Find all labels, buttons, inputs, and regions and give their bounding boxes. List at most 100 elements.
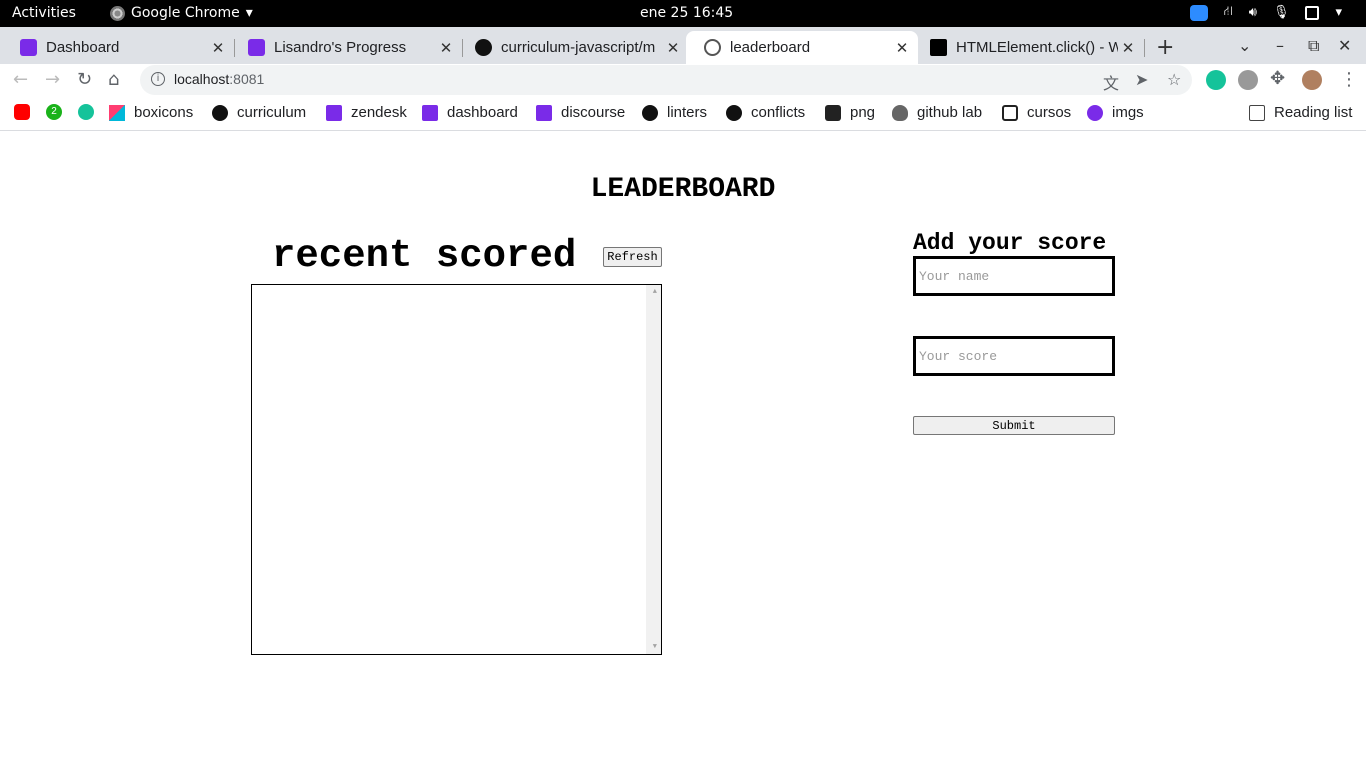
bookmark-dashboard[interactable]: dashboard [422,104,518,121]
minimize-icon[interactable]: – [1276,36,1284,55]
close-icon[interactable]: ✕ [892,39,912,57]
tab-lisandros-progress[interactable]: Lisandro's Progress ✕ [230,31,463,64]
scrollbar[interactable]: ▲ ▼ [646,285,661,654]
extensions-puzzle-icon[interactable]: ✥ [1270,68,1285,89]
tab-title: leaderboard [730,39,811,56]
clock[interactable]: ene 25 16:45 [640,5,733,21]
home-icon[interactable]: ⌂ [108,69,119,90]
close-window-icon[interactable]: ✕ [1338,36,1351,55]
submit-button[interactable]: Submit [913,416,1115,435]
tab-title: HTMLElement.click() - W [956,39,1118,56]
github-icon [212,104,228,121]
youtube-icon [14,104,30,120]
scroll-up-arrow-icon[interactable]: ▲ [653,288,657,296]
activities-button[interactable]: Activities [12,5,76,21]
site-info-icon[interactable]: i [151,72,165,86]
bookmark-curriculum[interactable]: curriculum [212,104,306,121]
reading-list-label: Reading list [1274,104,1353,121]
close-icon[interactable]: ✕ [663,39,683,57]
bookmark-label: linters [667,104,708,121]
bookmark-png[interactable]: png [825,104,875,121]
new-tab-plus-icon[interactable]: + [1156,35,1174,60]
microverse-icon [536,104,552,121]
url-port: :8081 [229,71,265,87]
search-q-icon [1087,104,1103,121]
reading-list-icon [1249,104,1265,121]
tab-dashboard[interactable]: Dashboard ✕ [2,31,235,64]
bookmarks-bar: 2 boxicons curriculum zendesk dashboard … [0,96,1366,131]
gear-extension-icon[interactable] [1238,70,1258,90]
github-icon [642,104,658,121]
bookmark-imgs[interactable]: imgs [1087,104,1144,121]
grammarly-icon[interactable] [1206,70,1226,90]
recent-scores-heading: recent scored [272,234,577,278]
bookmark-boxicons[interactable]: boxicons [109,104,193,121]
forward-arrow-icon[interactable]: → [45,69,60,90]
bookmark-discourse[interactable]: discourse [536,104,625,121]
bookmark-label: discourse [561,104,626,121]
send-icon[interactable]: ➤ [1135,70,1148,89]
score-input[interactable] [913,336,1115,376]
boxicons-icon [109,104,125,121]
bookmark-youtube[interactable] [14,104,30,120]
microverse-icon [422,104,438,121]
bookmark-star-icon[interactable]: ☆ [1167,70,1181,89]
browser-toolbar: ← → ↻ ⌂ i localhost:8081 文 ➤ ☆ ✥ ⋮ [0,64,1366,96]
bookmark-github-lab[interactable]: github lab [892,104,982,121]
name-input[interactable] [913,256,1115,296]
bookmark-linters[interactable]: linters [642,104,707,121]
microphone-icon[interactable]: 🎙︎ [1273,5,1290,20]
translate-icon[interactable]: 文 [1103,70,1119,94]
system-tray[interactable]: ⛙ 🔊︎ 🎙︎ ▾ [1189,4,1342,21]
back-arrow-icon[interactable]: ← [13,69,28,90]
tab-title: Dashboard [46,39,120,56]
add-score-heading: Add your score [913,230,1107,256]
close-icon[interactable]: ✕ [436,39,456,57]
tab-search-chevron-icon[interactable]: ⌄ [1238,36,1251,55]
terminal-icon [1002,104,1018,121]
page-title: LEADERBOARD [590,174,776,205]
bookmark-cursos[interactable]: cursos [1002,104,1071,121]
bookmark-zendesk[interactable]: zendesk [326,104,407,121]
address-bar[interactable]: i localhost:8081 文 ➤ ☆ [140,65,1192,95]
tab-strip: Dashboard ✕ Lisandro's Progress ✕ curric… [0,27,1366,64]
zoom-icon[interactable] [1189,4,1208,21]
tab-title: curriculum-javascript/m [501,39,656,56]
battery-icon[interactable] [1305,5,1320,20]
github-icon [726,104,742,121]
close-icon[interactable]: ✕ [1118,39,1138,57]
tab-title: Lisandro's Progress [274,39,407,56]
tab-curriculum-javascript[interactable]: curriculum-javascript/m ✕ [457,31,689,64]
bookmark-2[interactable]: 2 [46,104,62,120]
scroll-down-arrow-icon[interactable]: ▼ [653,643,657,651]
bookmark-grammarly[interactable] [78,104,94,120]
page-content: LEADERBOARD recent scored Refresh ▲ ▼ Ad… [0,132,1366,768]
bookmark-conflicts[interactable]: conflicts [726,104,805,121]
caret-down-icon: ▾ [245,5,253,21]
url-text[interactable]: localhost:8081 [174,71,264,87]
bookmark-label: github lab [917,104,983,121]
volume-icon[interactable]: 🔊︎ [1249,5,1257,20]
restore-icon[interactable]: ⧉ [1308,36,1319,56]
system-top-bar: Activities Google Chrome ▾ ene 25 16:45 … [0,0,1366,27]
bookmark-label: conflicts [751,104,806,121]
refresh-button[interactable]: Refresh [603,247,662,267]
grammarly-icon [78,104,94,120]
mdn-icon [930,39,947,56]
kebab-menu-icon[interactable]: ⋮ [1340,69,1358,90]
network-icon[interactable]: ⛙ [1224,4,1233,21]
tab-leaderboard[interactable]: leaderboard ✕ [686,31,918,64]
scores-list[interactable]: ▲ ▼ [251,284,662,655]
reading-list-button[interactable]: Reading list [1249,104,1352,121]
avatar[interactable] [1302,70,1322,90]
badge-2-icon: 2 [46,104,62,120]
close-icon[interactable]: ✕ [208,39,228,57]
reload-icon[interactable]: ↻ [77,69,92,90]
app-menu[interactable]: Google Chrome ▾ [110,5,253,21]
chrome-icon [110,5,125,21]
bookmark-label: cursos [1027,104,1072,121]
caret-down-icon[interactable]: ▾ [1335,5,1342,20]
tab-htmlelement-click[interactable]: HTMLElement.click() - W ✕ [912,31,1145,64]
gitlab-icon [892,104,908,121]
tab-separator [1144,39,1145,57]
